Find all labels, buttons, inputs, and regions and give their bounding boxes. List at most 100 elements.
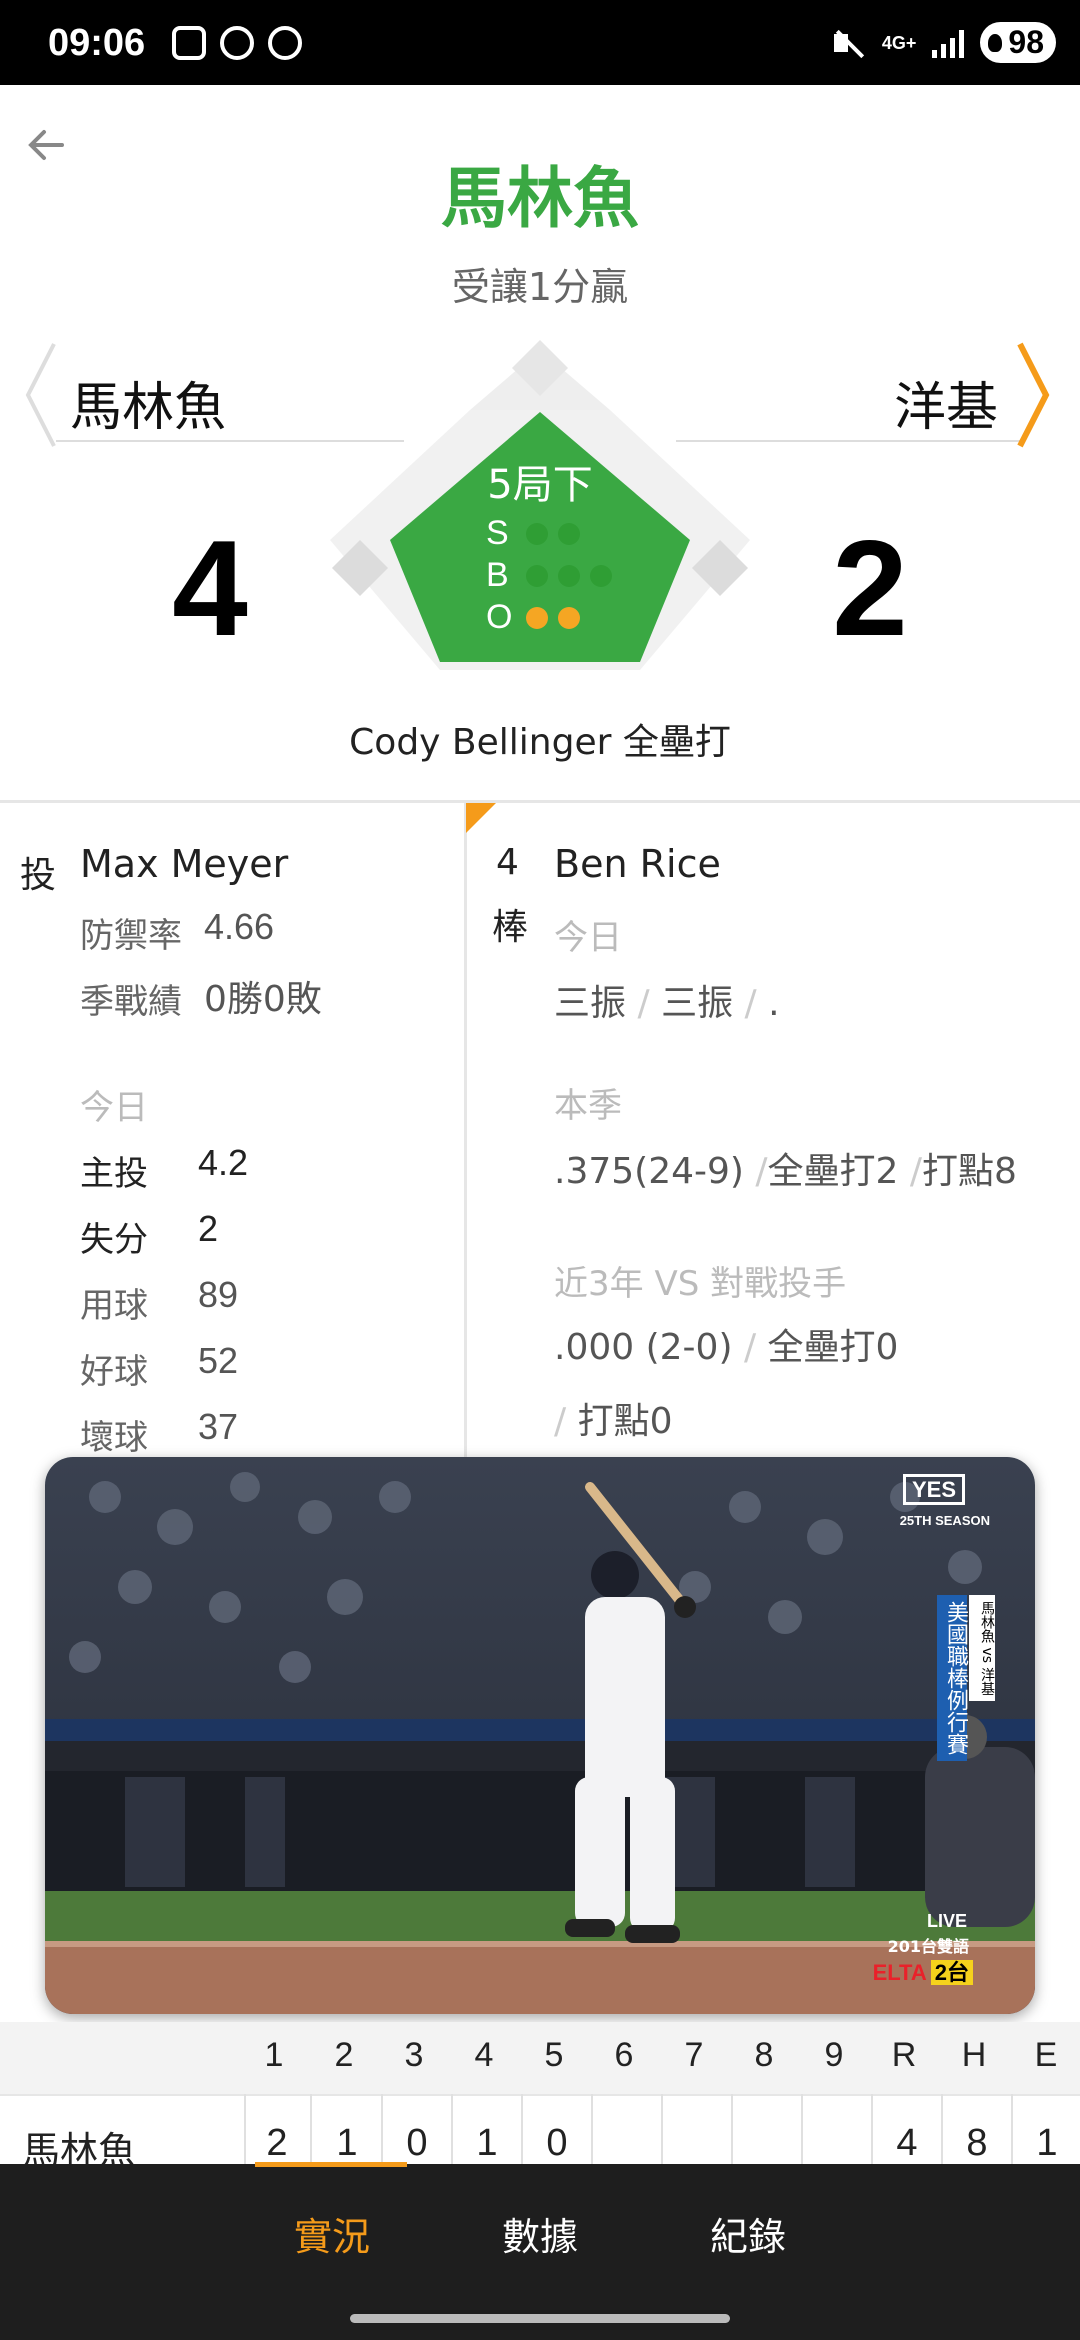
status-bar: 09:06 4G+ 98 [0,0,1080,85]
runs-header: R [891,2036,917,2074]
season-tag: 25TH SEASON [899,1513,990,1528]
pitcher-name[interactable]: Max Meyer [80,842,288,886]
away-team-name: 馬林魚 [70,378,227,438]
live-video-player[interactable]: YES 25TH SEASON 美國職棒例行賽 馬林魚 vs 洋基 LIVE 2… [45,1457,1035,2014]
strike-dot [526,522,548,545]
ball-dot [590,564,612,587]
section-divider [0,800,1080,803]
cell-divider [244,2094,246,2164]
inning-header: 1 [264,2036,284,2074]
errors-header: E [1034,2036,1058,2074]
vpn-icon [268,26,302,60]
cell-divider [521,2094,523,2164]
batting-order-number: 4 [496,842,519,883]
pitcher-stat-value: 37 [198,1406,239,1447]
status-time: 09:06 [48,22,146,64]
battery-level: 98 [1008,24,1044,60]
tab-records[interactable]: 紀錄 [710,2206,786,2261]
base-diamond: 5局下 S B O [310,340,770,670]
runs-cell: 4 [896,2122,918,2164]
batter-today-label: 今日 [554,918,622,958]
inning-header: 9 [824,2036,844,2074]
pitcher-stat-value: 52 [198,1340,239,1381]
linescore-cell: 1 [336,2122,358,2164]
inning-label: 5局下 [487,462,593,508]
hits-cell: 8 [966,2122,988,2164]
chevron-left-icon[interactable] [20,340,60,450]
batter-today-results: 三振 / 三振 / . [554,983,780,1024]
active-tab-indicator [255,2162,407,2167]
pitcher-stat-label: 壞球 [80,1418,148,1458]
network-type: 4G+ [881,32,917,53]
inning-header: 4 [474,2036,494,2074]
ball-dot [558,564,580,587]
tab-live[interactable]: 實況 [294,2206,370,2261]
tab-stats[interactable]: 數據 [502,2206,578,2261]
ball-dot [526,564,548,587]
status-notification-icons [172,26,302,60]
out-count: O [486,598,580,637]
inning-header: 3 [404,2036,424,2074]
battery-indicator: 98 [980,22,1056,63]
record-label: 季戰績 [80,982,182,1022]
inning-header: 8 [754,2036,774,2074]
out-dot [558,606,580,629]
pitcher-role: 投 [20,855,57,896]
cell-divider [381,2094,383,2164]
era-label: 防禦率 [80,916,182,956]
status-system-icons: 4G+ 98 [832,22,1056,63]
handicap-result: 受讓1分贏 [451,265,629,309]
pitcher-stat-label: 主投 [80,1154,148,1194]
sync-icon [220,26,254,60]
inning-header: 6 [614,2036,634,2074]
broadcaster-logo: YES [902,1474,973,1505]
hits-header: H [961,2036,987,2074]
cell-divider [941,2094,943,2164]
channel-logo: ELTA 2台 [873,1955,973,1987]
batter-season-stats: .375(24-9) /全壘打2 /打點8 [554,1151,1017,1192]
live-badge: LIVE [926,1911,967,1931]
matchup-banner: 馬林魚 vs 洋基 [969,1595,995,1702]
strike-dot [558,522,580,545]
home-team-name: 洋基 [893,378,998,438]
video-frame [45,1457,1035,2014]
errors-cell: 1 [1036,2122,1058,2164]
pitcher-stat-value: 2 [198,1208,219,1249]
column-divider [464,803,467,1463]
cell-divider [871,2094,873,2164]
mute-icon [832,26,866,60]
batting-order-suffix: 棒 [492,907,529,948]
away-score: 4 [172,512,248,664]
pitcher-stat-value: 89 [198,1274,239,1315]
era-value: 4.66 [204,906,275,947]
inning-header: 7 [684,2036,704,2074]
winner-title: 馬林魚 [441,160,639,237]
chevron-right-icon[interactable] [1014,340,1054,450]
pitcher-stat-value: 4.2 [198,1142,249,1183]
inning-header: 5 [544,2036,564,2074]
record-value: 0勝0敗 [204,979,322,1020]
cell-divider [1011,2094,1013,2164]
last-play-text: Cody Bellinger 全壘打 [349,722,731,763]
cell-divider [731,2094,733,2164]
batter-season-label: 本季 [554,1086,622,1126]
linescore-cell: 0 [406,2122,428,2164]
pitcher-stat-label: 用球 [80,1286,148,1326]
strike-count: S [486,514,580,553]
batting-side-marker [466,803,496,833]
screenshot-icon [172,26,206,60]
pitcher-stat-label: 好球 [80,1352,148,1392]
linescore-cell: 1 [476,2122,498,2164]
pitcher-today-label: 今日 [80,1088,148,1128]
batter-name[interactable]: Ben Rice [554,842,721,886]
cell-divider [451,2094,453,2164]
cell-divider [591,2094,593,2164]
ball-count: B [486,556,612,595]
pitcher-stat-label: 失分 [80,1220,148,1260]
channel-text: 201台雙語 [887,1937,969,1956]
home-indicator[interactable] [350,2314,730,2323]
out-dot [526,606,548,629]
batter-vs-rbi: / 打點0 [554,1401,673,1442]
home-score: 2 [832,512,908,664]
league-banner: 美國職棒例行賽 [937,1595,968,1761]
